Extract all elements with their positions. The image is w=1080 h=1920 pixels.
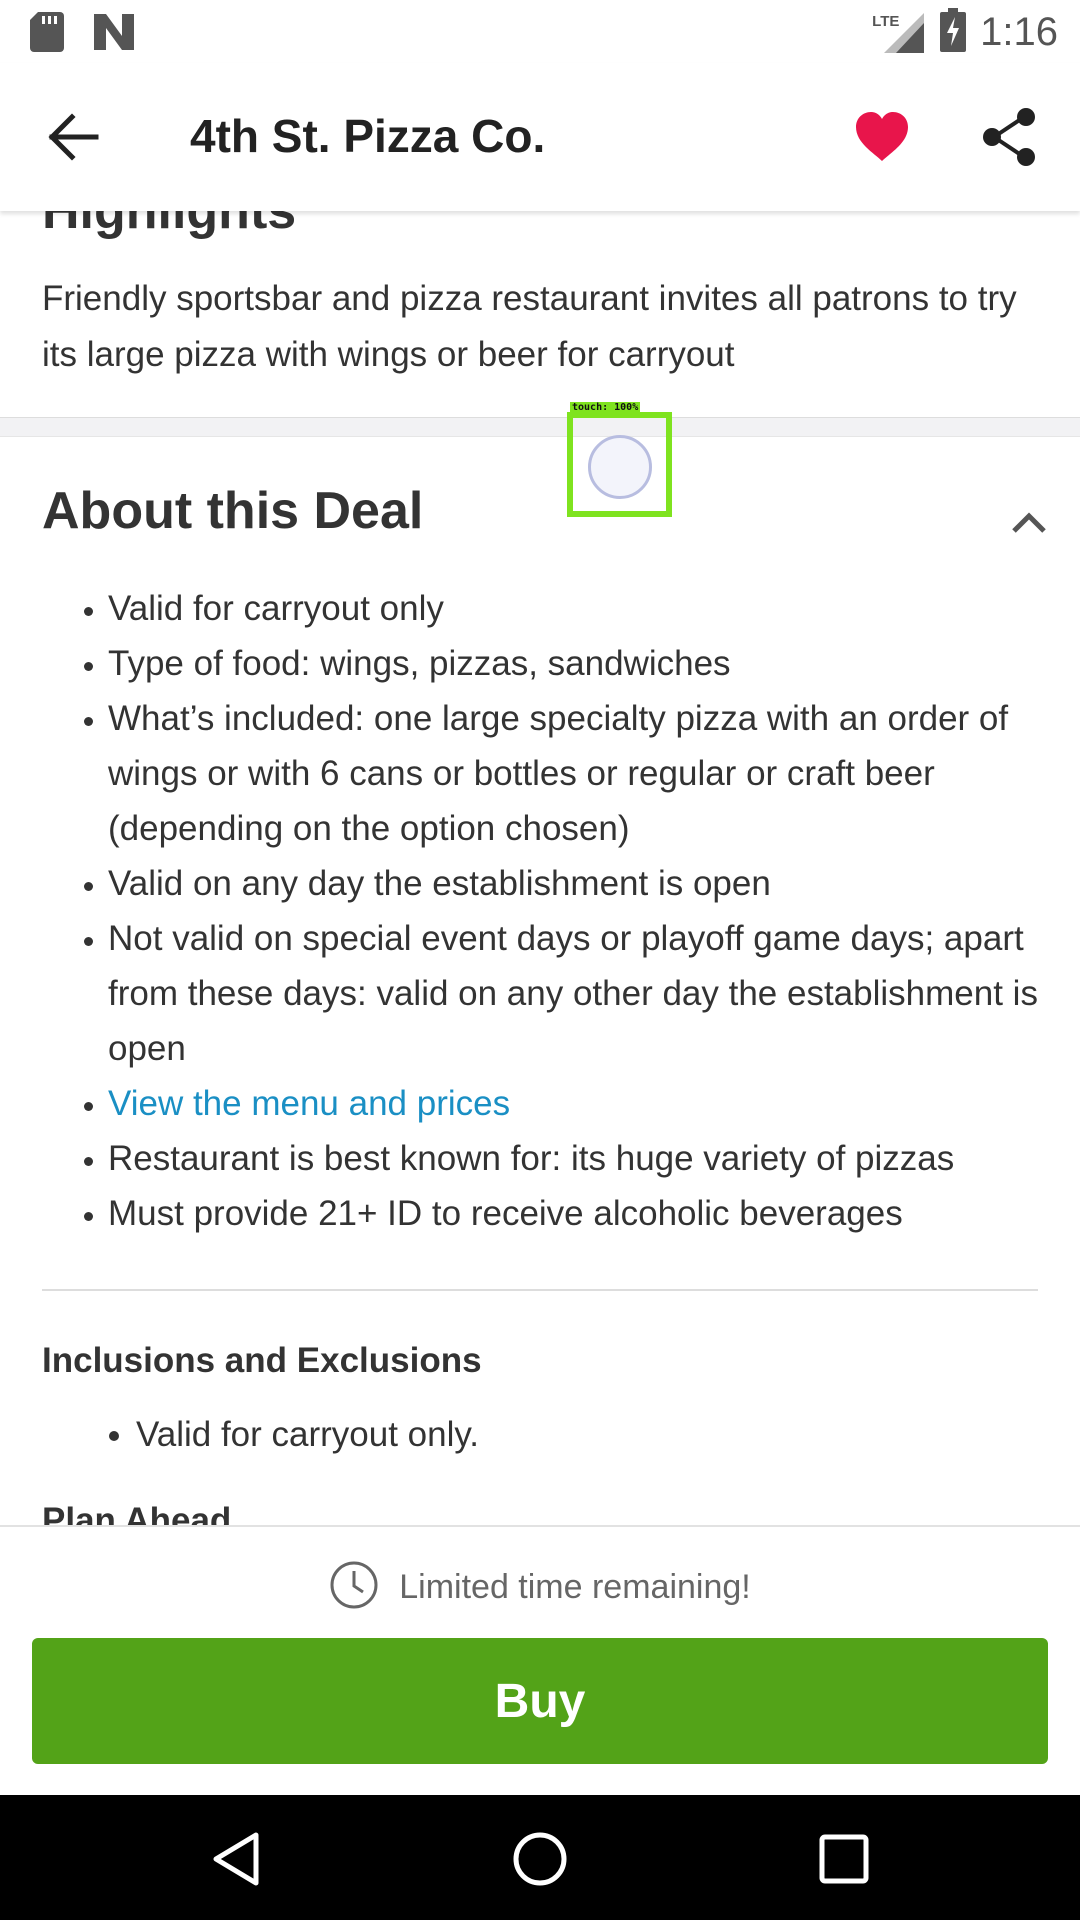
back-button[interactable] <box>44 107 104 167</box>
nav-recents-button[interactable] <box>812 1827 876 1891</box>
highlights-heading: Highlights <box>42 211 297 240</box>
status-time: 1:16 <box>980 10 1058 54</box>
chevron-up-icon <box>1004 512 1054 551</box>
nav-home-button[interactable] <box>508 1827 572 1891</box>
list-item: Type of food: wings, pizzas, sandwiches <box>108 636 1052 691</box>
purchase-bar: Limited time remaining! Buy <box>0 1525 1080 1795</box>
list-item: Valid for carryout only <box>108 581 1052 636</box>
nav-back-button[interactable] <box>206 1827 270 1891</box>
inclusions-list: Valid for carryout only. <box>70 1407 479 1462</box>
divider <box>42 1289 1038 1291</box>
timer-text: Limited time remaining! <box>399 1567 751 1606</box>
collapse-about-button[interactable] <box>1004 497 1054 547</box>
list-item: Restaurant is best known for: its huge v… <box>108 1131 1052 1186</box>
status-bar: LTE 1:16 <box>0 0 1080 63</box>
section-divider <box>0 417 1080 437</box>
heart-icon <box>854 112 910 167</box>
about-deal-heading: About this Deal <box>42 482 424 540</box>
buy-button[interactable]: Buy <box>32 1638 1048 1764</box>
list-item: Valid on any day the establishment is op… <box>108 856 1052 911</box>
list-item: Must provide 21+ ID to receive alcoholic… <box>108 1186 1052 1241</box>
touch-point-icon <box>588 435 652 499</box>
inclusions-heading: Inclusions and Exclusions <box>42 1341 482 1380</box>
battery-charging-icon <box>940 8 967 57</box>
page-title: 4th St. Pizza Co. <box>190 110 546 162</box>
list-item: Valid for carryout only. <box>136 1407 479 1462</box>
recents-square-icon <box>812 1834 876 1895</box>
back-triangle-icon <box>206 1832 270 1895</box>
sd-card-icon <box>30 12 64 57</box>
list-item: What’s included: one large specialty piz… <box>108 691 1052 856</box>
favorite-button[interactable] <box>854 111 910 163</box>
deal-details-list: Valid for carryout only Type of food: wi… <box>42 581 1052 1241</box>
timer-row: Limited time remaining! <box>0 1557 1080 1617</box>
list-item: Not valid on special event days or playo… <box>108 911 1052 1076</box>
highlights-text: Friendly sportsbar and pizza restaurant … <box>42 279 1017 374</box>
back-arrow-icon <box>44 113 104 171</box>
home-circle-icon <box>508 1832 572 1895</box>
list-item: View the menu and prices <box>108 1076 1052 1131</box>
share-icon <box>980 108 1040 171</box>
n-icon <box>94 14 134 55</box>
lte-signal-icon: LTE <box>872 9 926 57</box>
view-menu-link[interactable]: View the menu and prices <box>108 1084 510 1123</box>
navigation-bar <box>0 1795 1080 1920</box>
app-bar: 4th St. Pizza Co. <box>0 63 1080 211</box>
plan-ahead-heading: Plan Ahead <box>42 1501 232 1525</box>
deal-content[interactable]: Highlights Friendly sportsbar and pizza … <box>0 211 1080 1525</box>
clock-icon <box>329 1560 379 1615</box>
share-button[interactable] <box>980 107 1040 167</box>
